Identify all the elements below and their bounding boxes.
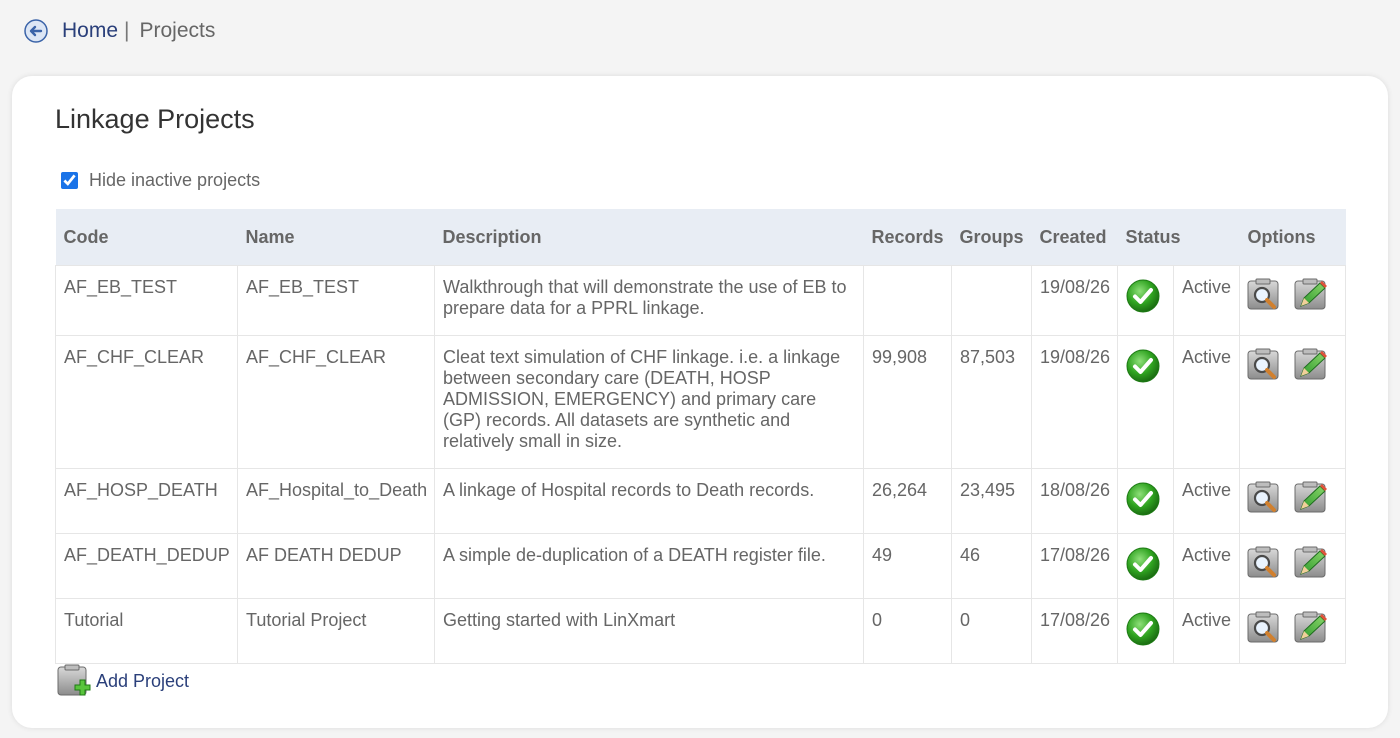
pencil-edit-icon[interactable]: [1293, 278, 1329, 312]
cell-created: 17/08/26: [1031, 533, 1118, 599]
magnifier-icon[interactable]: [1246, 481, 1282, 515]
cell-code: AF_DEATH_DEDUP: [55, 533, 238, 599]
cell-name: AF DEATH DEDUP: [237, 533, 435, 599]
projects-panel: Linkage Projects Hide inactive projects …: [12, 76, 1388, 728]
pencil-edit-icon[interactable]: [1293, 546, 1329, 580]
projects-table: Code Name Description Records Groups Cre…: [55, 209, 1347, 664]
table-row[interactable]: AF_HOSP_DEATH AF_Hospital_to_Death A lin…: [55, 468, 1347, 534]
cell-code: AF_CHF_CLEAR: [55, 335, 238, 469]
header-records[interactable]: Records: [863, 209, 952, 266]
table-row[interactable]: AF_CHF_CLEAR AF_CHF_CLEAR Cleat text sim…: [55, 335, 1347, 469]
cell-status-icon: [1117, 533, 1174, 599]
cell-groups: 0: [951, 598, 1032, 664]
table-row[interactable]: Tutorial Tutorial Project Getting starte…: [55, 598, 1347, 664]
cell-created: 17/08/26: [1031, 598, 1118, 664]
hide-inactive-filter[interactable]: Hide inactive projects: [61, 170, 260, 191]
magnifier-icon[interactable]: [1246, 611, 1282, 645]
cell-description: Walkthrough that will demonstrate the us…: [434, 265, 864, 336]
cell-options: [1239, 598, 1347, 664]
header-created[interactable]: Created: [1031, 209, 1118, 266]
check-icon: [1126, 482, 1160, 516]
cell-description: Getting started with LinXmart: [434, 598, 864, 664]
cell-records: 26,264: [863, 468, 952, 534]
header-options: Options: [1239, 209, 1346, 266]
header-name[interactable]: Name: [237, 209, 435, 266]
table-row[interactable]: AF_DEATH_DEDUP AF DEATH DEDUP A simple d…: [55, 533, 1347, 599]
check-icon: [1126, 349, 1160, 383]
check-icon: [1126, 279, 1160, 313]
cell-groups: 23,495: [951, 468, 1032, 534]
pencil-edit-icon[interactable]: [1293, 481, 1329, 515]
cell-code: Tutorial: [55, 598, 238, 664]
cell-name: AF_EB_TEST: [237, 265, 435, 336]
cell-groups: 87,503: [951, 335, 1032, 469]
cell-name: Tutorial Project: [237, 598, 435, 664]
breadcrumb-home-link[interactable]: Home: [62, 19, 118, 43]
add-project-action[interactable]: Add Project: [56, 664, 189, 698]
cell-description: Cleat text simulation of CHF linkage. i.…: [434, 335, 864, 469]
table-header-row: Code Name Description Records Groups Cre…: [55, 209, 1346, 266]
cell-status-icon: [1117, 335, 1174, 469]
cell-code: AF_EB_TEST: [55, 265, 238, 336]
breadcrumb-separator: |: [124, 19, 130, 42]
cell-records: [863, 265, 952, 336]
header-description[interactable]: Description: [434, 209, 864, 266]
breadcrumb-current: Projects: [139, 19, 216, 42]
cell-name: AF_CHF_CLEAR: [237, 335, 435, 469]
pencil-edit-icon[interactable]: [1293, 348, 1329, 382]
breadcrumb: Home | Projects: [24, 17, 215, 45]
magnifier-icon[interactable]: [1246, 546, 1282, 580]
cell-created: 18/08/26: [1031, 468, 1118, 534]
check-icon: [1126, 547, 1160, 581]
magnifier-icon[interactable]: [1246, 278, 1282, 312]
page-title: Linkage Projects: [55, 104, 255, 134]
cell-status-icon: [1117, 598, 1174, 664]
cell-description: A linkage of Hospital records to Death r…: [434, 468, 864, 534]
cell-created: 19/08/26: [1031, 265, 1118, 336]
cell-records: 49: [863, 533, 952, 599]
cell-groups: [951, 265, 1032, 336]
cell-name: AF_Hospital_to_Death: [237, 468, 435, 534]
cell-created: 19/08/26: [1031, 335, 1118, 469]
pencil-edit-icon[interactable]: [1293, 611, 1329, 645]
add-folder-icon[interactable]: [56, 664, 92, 698]
cell-status-icon: [1117, 265, 1174, 336]
back-arrow-icon[interactable]: [24, 19, 48, 43]
cell-status: Active: [1172, 533, 1241, 599]
cell-options: [1239, 468, 1347, 534]
add-project-link[interactable]: Add Project: [96, 671, 189, 692]
cell-records: 0: [863, 598, 952, 664]
header-code[interactable]: Code: [55, 209, 238, 266]
header-status[interactable]: Status: [1117, 209, 1240, 266]
cell-status: Active: [1172, 335, 1241, 469]
header-groups[interactable]: Groups: [951, 209, 1032, 266]
cell-records: 99,908: [863, 335, 952, 469]
cell-status: Active: [1172, 468, 1241, 534]
cell-options: [1239, 533, 1347, 599]
cell-options: [1239, 265, 1347, 336]
check-icon: [1126, 612, 1160, 646]
hide-inactive-label: Hide inactive projects: [89, 170, 261, 190]
cell-groups: 46: [951, 533, 1032, 599]
table-row[interactable]: AF_EB_TEST AF_EB_TEST Walkthrough that w…: [55, 265, 1347, 336]
magnifier-icon[interactable]: [1246, 348, 1282, 382]
cell-options: [1239, 335, 1347, 469]
cell-status: Active: [1172, 265, 1241, 336]
cell-status: Active: [1172, 598, 1241, 664]
cell-status-icon: [1117, 468, 1174, 534]
cell-description: A simple de-duplication of a DEATH regis…: [434, 533, 864, 599]
hide-inactive-checkbox[interactable]: [61, 172, 78, 189]
cell-code: AF_HOSP_DEATH: [55, 468, 238, 534]
